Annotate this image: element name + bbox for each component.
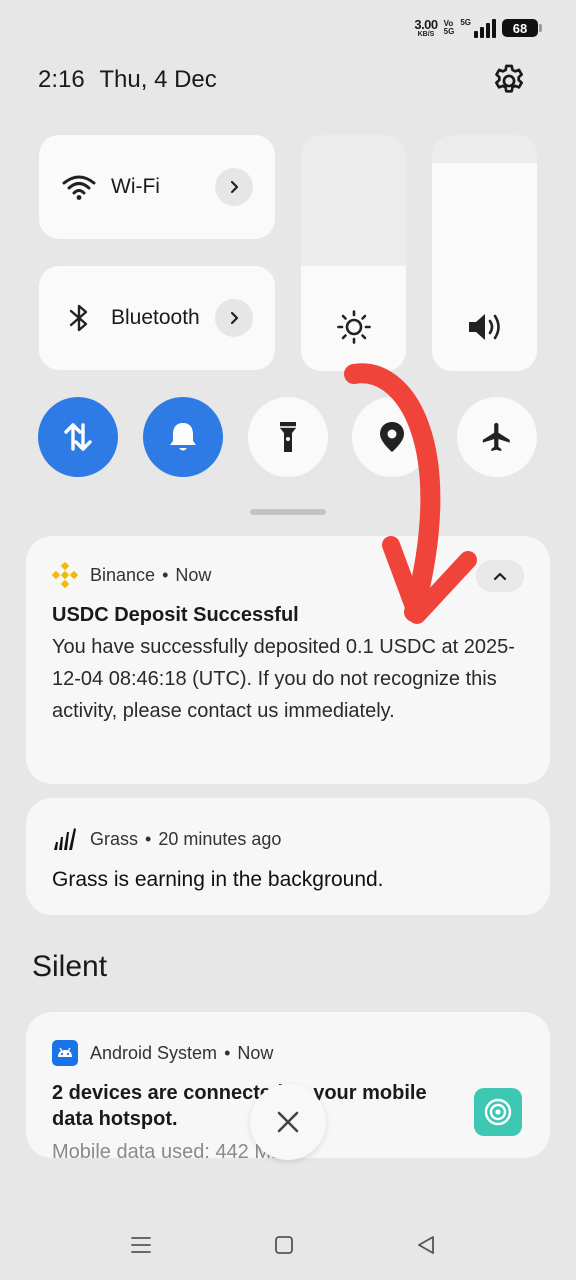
clock: 2:16 (38, 66, 85, 93)
grass-logo-icon (52, 826, 78, 852)
grass-notification[interactable]: Grass • 20 minutes ago Grass is earning … (26, 798, 550, 915)
hotspot-icon (474, 1088, 522, 1136)
bluetooth-tile[interactable]: Bluetooth (39, 266, 275, 370)
network-speed-unit: KB/S (417, 31, 435, 38)
battery-icon: 68 (502, 19, 542, 37)
brightness-sun-icon (334, 307, 374, 347)
date-time: 2:16 Thu, 4 Dec (38, 66, 217, 94)
bluetooth-label: Bluetooth (111, 306, 200, 329)
notification-app-name: Grass (90, 828, 139, 849)
notification-title: USDC Deposit Successful (52, 604, 299, 626)
volume-slider[interactable] (432, 135, 537, 371)
battery-level: 68 (512, 20, 528, 36)
silent-section-title: Silent (32, 950, 108, 983)
date: Thu, 4 Dec (99, 66, 217, 93)
volte-network-label: 5G (443, 27, 455, 36)
home-square-icon[interactable] (269, 1230, 299, 1260)
flashlight-toggle[interactable] (248, 397, 328, 477)
location-pin-icon (380, 422, 404, 452)
airplane-mode-toggle[interactable] (457, 397, 537, 477)
network-speed: 3.00 KB/S (414, 17, 438, 38)
wifi-tile[interactable]: Wi-Fi (39, 135, 275, 239)
signal-icon: 5G (460, 18, 496, 38)
mobile-data-toggle[interactable] (38, 397, 118, 477)
back-triangle-icon[interactable] (411, 1230, 441, 1260)
location-toggle[interactable] (352, 397, 432, 477)
wifi-label: Wi-Fi (111, 175, 160, 198)
notification-body: You have successfully deposited 0.1 USDC… (52, 636, 515, 722)
mobile-data-arrows-icon (64, 423, 92, 451)
notification-header: Grass • 20 minutes ago (52, 826, 524, 852)
notification-header: Android System • Now (52, 1040, 524, 1066)
wifi-icon (61, 169, 97, 205)
wifi-chevron-right-icon[interactable] (215, 168, 253, 206)
recents-menu-icon[interactable] (126, 1230, 156, 1260)
binance-notification[interactable]: Binance • Now USDC Deposit Successful Yo… (26, 536, 550, 784)
notification-time: Now (175, 564, 212, 585)
notification-app-name: Binance (90, 564, 156, 585)
network-speed-value: 3.00 (414, 17, 438, 32)
flashlight-icon (280, 422, 296, 452)
bluetooth-chevron-right-icon[interactable] (215, 299, 253, 337)
notification-header: Binance • Now (52, 562, 524, 588)
collapse-chevron-up-icon[interactable] (476, 560, 524, 592)
airplane-icon (482, 422, 510, 452)
bluetooth-icon (61, 300, 97, 336)
status-bar: 3.00 KB/S Vo 5G 5G 68 (414, 17, 542, 38)
settings-gear-icon[interactable] (490, 62, 528, 100)
notification-time: Now (237, 1042, 274, 1063)
notification-app-name: Android System (90, 1042, 218, 1063)
bell-icon (170, 423, 196, 451)
notification-title: Grass is earning in the background. (52, 868, 384, 891)
clear-all-close-icon[interactable] (250, 1084, 326, 1160)
drag-handle[interactable] (250, 509, 326, 515)
android-logo-icon (52, 1040, 78, 1066)
brightness-slider[interactable] (301, 135, 406, 371)
notification-time: 20 minutes ago (158, 828, 282, 849)
network-type-label: 5G (460, 18, 471, 27)
volume-speaker-icon (465, 307, 505, 347)
binance-logo-icon (52, 562, 78, 588)
volte-indicator: Vo 5G (443, 19, 455, 37)
sound-toggle[interactable] (143, 397, 223, 477)
